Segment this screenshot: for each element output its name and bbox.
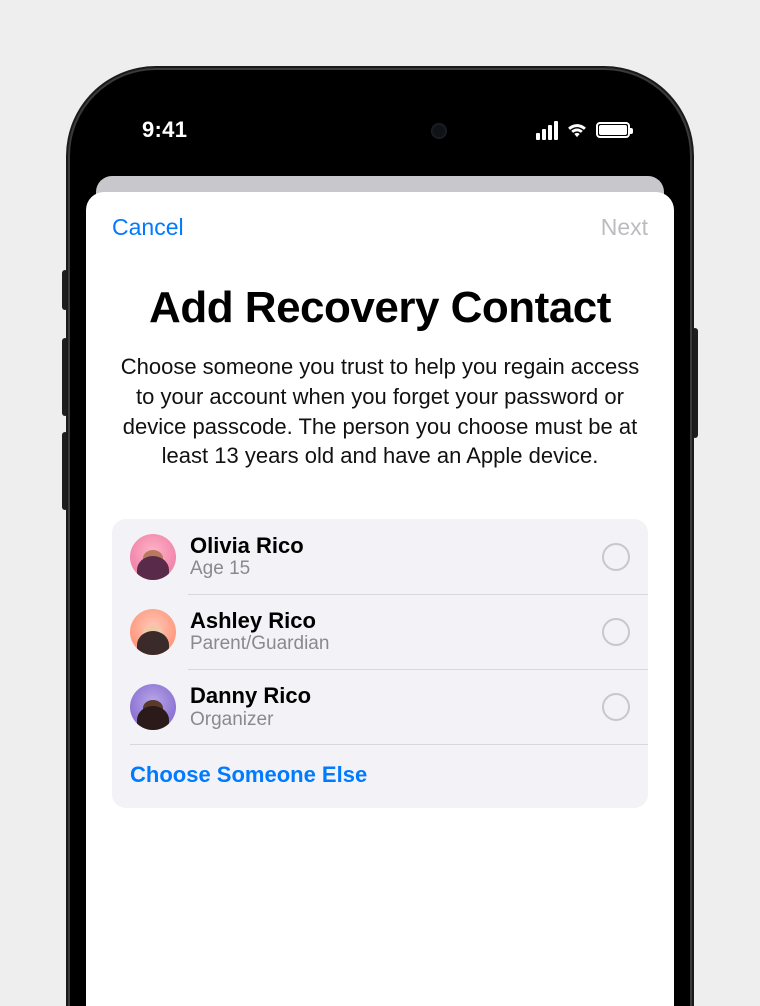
mute-switch [62, 270, 68, 310]
battery-icon [596, 122, 630, 138]
status-icons [536, 121, 630, 140]
front-camera-icon [431, 123, 447, 139]
radio-unselected-icon[interactable] [602, 618, 630, 646]
volume-up-button [62, 338, 68, 416]
contact-row-ashley[interactable]: Ashley Rico Parent/Guardian [112, 594, 648, 669]
contact-name: Ashley Rico [190, 608, 602, 633]
contact-text: Olivia Rico Age 15 [190, 533, 602, 580]
contact-text: Ashley Rico Parent/Guardian [190, 608, 602, 655]
dynamic-island [295, 108, 465, 154]
choose-someone-else-row[interactable]: Choose Someone Else [112, 744, 648, 808]
nav-bar: Cancel Next [112, 214, 648, 241]
contact-list: Olivia Rico Age 15 Ashley Rico Parent/Gu… [112, 519, 648, 808]
radio-unselected-icon[interactable] [602, 543, 630, 571]
page-title: Add Recovery Contact [112, 283, 648, 332]
contact-subtitle: Organizer [190, 709, 602, 731]
page-description: Choose someone you trust to help you reg… [116, 352, 644, 471]
contact-row-olivia[interactable]: Olivia Rico Age 15 [112, 519, 648, 594]
wifi-icon [566, 122, 588, 138]
cellular-signal-icon [536, 121, 558, 140]
device-frame: 9:41 [70, 70, 690, 1006]
contact-name: Olivia Rico [190, 533, 602, 558]
screen: 9:41 [86, 86, 674, 1006]
volume-down-button [62, 432, 68, 510]
device: 9:41 [70, 70, 690, 1006]
contact-subtitle: Parent/Guardian [190, 633, 602, 655]
avatar-icon [130, 684, 176, 730]
contact-name: Danny Rico [190, 683, 602, 708]
contact-text: Danny Rico Organizer [190, 683, 602, 730]
next-button[interactable]: Next [601, 214, 648, 241]
contact-subtitle: Age 15 [190, 558, 602, 580]
cancel-button[interactable]: Cancel [112, 214, 184, 241]
contact-row-danny[interactable]: Danny Rico Organizer [112, 669, 648, 744]
radio-unselected-icon[interactable] [602, 693, 630, 721]
avatar-icon [130, 609, 176, 655]
choose-someone-else-link[interactable]: Choose Someone Else [130, 762, 367, 787]
power-button [692, 328, 698, 438]
modal-sheet: Cancel Next Add Recovery Contact Choose … [86, 192, 674, 1006]
status-time: 9:41 [142, 117, 187, 143]
avatar-icon [130, 534, 176, 580]
